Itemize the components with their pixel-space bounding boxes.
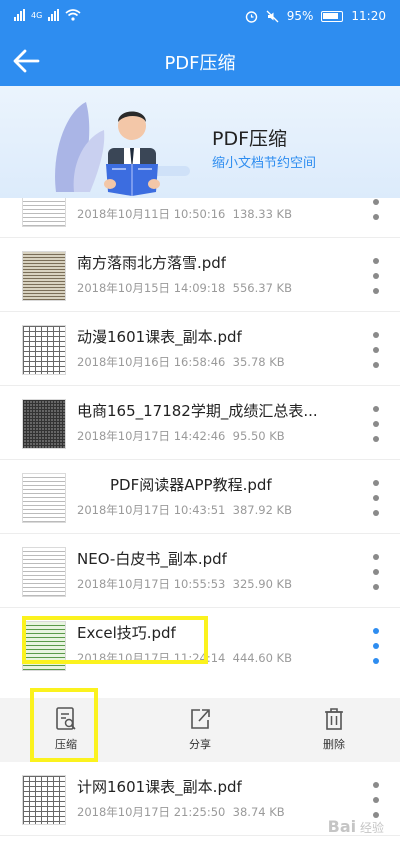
- file-meta: 2018年10月17日 10:55:53 325.90 KB: [77, 577, 292, 591]
- list-item[interactable]: NEO-白皮书_副本.pdf 2018年10月17日 10:55:53 325.…: [0, 534, 400, 608]
- list-item-selected[interactable]: Excel技巧.pdf 2018年10月17日 11:24:14 444.60 …: [0, 608, 400, 682]
- file-meta: 2018年10月17日 10:43:51 387.92 KB: [77, 503, 292, 517]
- app-screen: 4G 95% 11:20 PDF压缩 PDF压缩 缩小文档节约空间 2018年1…: [0, 0, 400, 844]
- watermark-text: 经验: [359, 821, 384, 835]
- battery-icon: [321, 10, 344, 22]
- alarm-icon: [245, 10, 257, 23]
- feature-banner: PDF压缩 缩小文档节约空间: [0, 86, 400, 198]
- more-options-icon[interactable]: [370, 198, 382, 220]
- file-meta: 2018年10月15日 14:09:18 556.37 KB: [77, 281, 292, 295]
- file-meta: 2018年10月17日 21:25:50 38.74 KB: [77, 805, 285, 819]
- compress-button[interactable]: 压缩: [36, 706, 96, 756]
- wifi-icon: [65, 9, 81, 21]
- file-action-bar: 压缩 分享 删除: [0, 698, 400, 762]
- more-options-icon[interactable]: [370, 258, 382, 294]
- delete-label: 删除: [323, 738, 345, 751]
- file-thumbnail: [22, 473, 66, 523]
- more-options-icon[interactable]: [370, 628, 382, 664]
- list-item[interactable]: 南方落雨北方落雪.pdf 2018年10月15日 14:09:18 556.37…: [0, 238, 400, 312]
- delete-button[interactable]: 删除: [304, 706, 364, 756]
- page-title: PDF压缩: [164, 53, 236, 74]
- list-item[interactable]: 2018年10月11日 10:50:16 138.33 KB: [0, 198, 400, 238]
- more-options-icon[interactable]: [370, 332, 382, 368]
- more-options-icon[interactable]: [370, 406, 382, 442]
- file-thumbnail: [22, 198, 66, 227]
- file-name: Excel技巧.pdf: [77, 624, 176, 642]
- share-icon: [191, 709, 210, 729]
- list-item[interactable]: 动漫1601课表_副本.pdf 2018年10月16日 16:58:46 35.…: [0, 312, 400, 386]
- file-thumbnail: [22, 325, 66, 375]
- network-type: 4G: [31, 10, 43, 20]
- file-thumbnail: [22, 775, 66, 825]
- banner-subtitle: 缩小文档节约空间: [212, 156, 317, 171]
- compress-icon: [56, 707, 76, 730]
- file-meta: 2018年10月17日 14:42:46 95.50 KB: [77, 429, 285, 443]
- file-name: 电商165_17182学期_成绩汇总表...: [77, 402, 318, 420]
- file-meta: 2018年10月16日 16:58:46 35.78 KB: [77, 355, 285, 369]
- file-thumbnail: [22, 547, 66, 597]
- app-bar: PDF压缩: [0, 36, 400, 86]
- file-name: NEO-白皮书_副本.pdf: [77, 550, 227, 568]
- signal-icon: [14, 9, 25, 21]
- banner-title: PDF压缩: [212, 128, 288, 150]
- file-thumbnail: [22, 399, 66, 449]
- file-name: 南方落雨北方落雪.pdf: [77, 254, 227, 272]
- clock: 11:20: [351, 9, 386, 23]
- battery-percent: 95%: [286, 9, 314, 23]
- file-name: PDF阅读器APP教程.pdf: [110, 476, 272, 494]
- watermark-logo: Bai: [327, 817, 357, 836]
- more-options-icon[interactable]: [370, 554, 382, 590]
- status-bar: 4G 95% 11:20: [0, 0, 400, 36]
- list-item[interactable]: 电商165_17182学期_成绩汇总表... 2018年10月17日 14:42…: [0, 386, 400, 460]
- file-name: 动漫1601课表_副本.pdf: [77, 328, 242, 346]
- share-button[interactable]: 分享: [170, 706, 230, 756]
- file-meta: 2018年10月17日 11:24:14 444.60 KB: [77, 651, 292, 665]
- more-options-icon[interactable]: [370, 480, 382, 516]
- file-thumbnail: [22, 621, 66, 671]
- more-options-icon[interactable]: [370, 782, 382, 818]
- file-name: 计网1601课表_副本.pdf: [77, 778, 242, 796]
- list-item[interactable]: PDF阅读器APP教程.pdf 2018年10月17日 10:43:51 387…: [0, 460, 400, 534]
- share-label: 分享: [189, 738, 211, 751]
- reading-man-illustration: [55, 102, 190, 196]
- file-meta: 2018年10月11日 10:50:16 138.33 KB: [77, 207, 292, 221]
- trash-icon: [325, 708, 343, 730]
- signal-icon-2: [48, 9, 60, 21]
- mute-icon: [266, 10, 279, 22]
- watermark: Bai 经验: [328, 817, 384, 836]
- compress-label: 压缩: [55, 738, 77, 751]
- file-thumbnail: [22, 251, 66, 301]
